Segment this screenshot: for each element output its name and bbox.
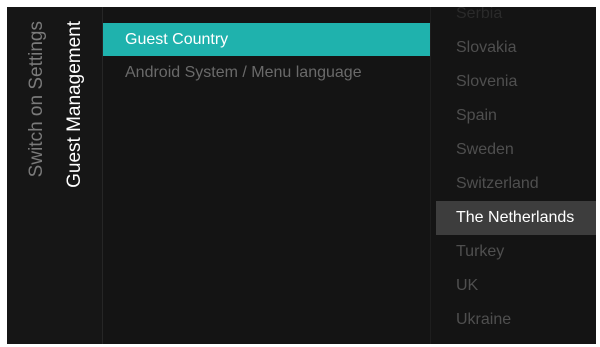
country-item-serbia[interactable]: Serbia (436, 7, 596, 31)
country-item-ukraine[interactable]: Ukraine (436, 303, 596, 337)
divider (430, 7, 431, 344)
menu-item-android-system-language[interactable]: Android System / Menu language (103, 56, 430, 89)
country-item-sweden[interactable]: Sweden (436, 133, 596, 167)
breadcrumb-current: Guest Management (64, 21, 85, 188)
country-item-slovakia[interactable]: Slovakia (436, 31, 596, 65)
breadcrumb: Switch on Settings Guest Management (7, 7, 102, 344)
breadcrumb-parent[interactable]: Switch on Settings (26, 21, 47, 177)
country-item-slovenia[interactable]: Slovenia (436, 65, 596, 99)
country-item-the-netherlands[interactable]: The Netherlands (436, 201, 596, 235)
country-item-switzerland[interactable]: Switzerland (436, 167, 596, 201)
settings-screen: Switch on Settings Guest Management Gues… (7, 7, 596, 344)
country-item-turkey[interactable]: Turkey (436, 235, 596, 269)
settings-menu: Guest Country Android System / Menu lang… (103, 23, 430, 89)
country-item-uk[interactable]: UK (436, 269, 596, 303)
country-item-spain[interactable]: Spain (436, 99, 596, 133)
menu-item-guest-country[interactable]: Guest Country (103, 23, 430, 56)
country-list: Serbia Slovakia Slovenia Spain Sweden Sw… (436, 7, 596, 337)
